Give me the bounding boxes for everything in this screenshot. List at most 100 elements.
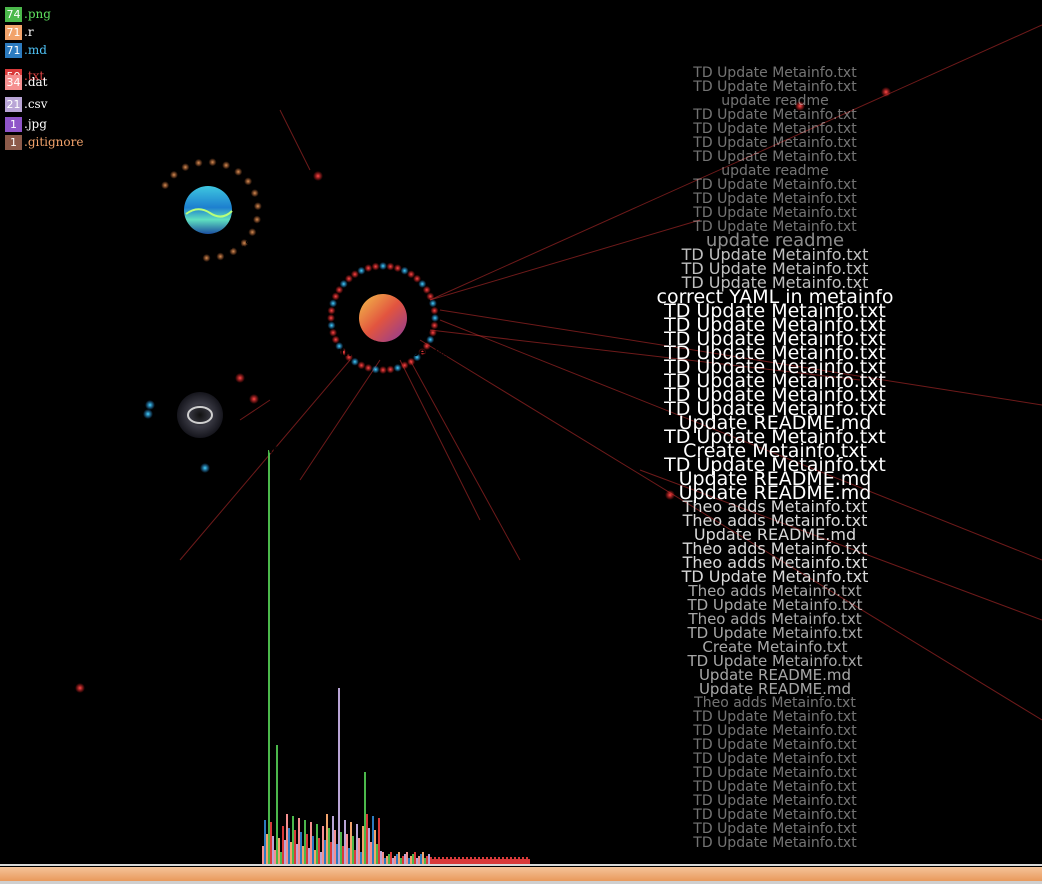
histogram-bar xyxy=(290,842,292,864)
histogram-bar xyxy=(356,824,358,864)
histogram-bar xyxy=(264,820,266,864)
histogram-bar xyxy=(510,857,512,864)
author-label-tdannen: Tdannen <theo.dannenberg@live.de> xyxy=(280,345,494,359)
histogram-bar xyxy=(280,852,282,864)
file-node xyxy=(357,266,366,275)
legend-extension: .jpg xyxy=(24,117,47,131)
legend-count: 71 xyxy=(5,24,22,40)
file-node xyxy=(161,181,170,190)
histogram-bar xyxy=(334,830,336,864)
histogram-bar xyxy=(514,857,516,864)
histogram-bar xyxy=(428,854,430,864)
file-node xyxy=(75,683,85,693)
histogram-bar xyxy=(414,852,416,864)
timeline-track-top xyxy=(0,864,1042,866)
histogram-bar xyxy=(320,852,322,864)
timeline-progress[interactable] xyxy=(0,867,1042,881)
histogram-bar xyxy=(526,857,528,864)
legend-item: 21 .csv xyxy=(5,95,47,113)
histogram-bar xyxy=(404,854,406,864)
commit-message: TD Update Metainfo.txt xyxy=(693,807,857,823)
legend-item: 1 .gitignore xyxy=(5,133,83,151)
author-label-lukas: Lukas Borke <lukas.borke@web.de> xyxy=(103,442,312,456)
file-node xyxy=(329,299,338,308)
histogram-bar xyxy=(420,854,422,864)
histogram-bar xyxy=(306,834,308,864)
histogram-bar xyxy=(458,857,460,864)
edit-beam xyxy=(399,359,481,521)
histogram-bar xyxy=(398,852,400,864)
legend-extension: .md xyxy=(24,43,47,57)
file-node xyxy=(194,158,203,167)
histogram-bar xyxy=(430,857,432,864)
legend-extension: .csv xyxy=(24,97,48,111)
file-node xyxy=(400,361,409,370)
histogram-bar xyxy=(278,838,280,864)
histogram-bar xyxy=(348,848,350,864)
commit-log: TD Update Metainfo.txt TD Update Metainfo… xyxy=(640,66,910,850)
histogram-bar xyxy=(292,816,294,864)
file-node xyxy=(428,299,437,308)
file-node xyxy=(428,328,437,337)
histogram-bar xyxy=(462,857,464,864)
histogram-bar xyxy=(382,852,384,864)
commit-message: TD Update Metainfo.txt xyxy=(693,765,857,781)
histogram-bar xyxy=(358,838,360,864)
histogram-bar xyxy=(344,820,346,864)
histogram-bar xyxy=(494,857,496,864)
legend-count: 21 xyxy=(5,96,22,112)
legend-extension: .gitignore xyxy=(24,135,84,149)
file-node xyxy=(235,373,245,383)
file-node xyxy=(253,202,262,211)
legend-count: 71 xyxy=(5,42,22,58)
file-node xyxy=(249,394,259,404)
file-node xyxy=(364,363,373,372)
commit-message: update readme xyxy=(721,93,829,109)
file-node xyxy=(181,163,190,172)
histogram-spike xyxy=(268,450,270,864)
commit-message: TD Update Metainfo.txt xyxy=(693,835,857,851)
histogram-bar xyxy=(308,848,310,864)
file-node xyxy=(379,262,387,270)
histogram-bar xyxy=(352,836,354,864)
histogram-bar xyxy=(434,857,436,864)
histogram-bar xyxy=(376,844,378,864)
legend-count: 1 xyxy=(5,116,22,132)
commit-message: TD Update Metainfo.txt xyxy=(693,709,857,725)
file-node xyxy=(200,463,210,473)
histogram-bar xyxy=(310,822,312,864)
histogram-bar xyxy=(288,828,290,864)
legend-count: 1 xyxy=(5,134,22,150)
file-node xyxy=(248,228,257,237)
histogram-bar xyxy=(470,857,472,864)
legend-extension: .png xyxy=(24,7,51,21)
histogram-bar xyxy=(394,856,396,864)
histogram-bar xyxy=(360,852,362,864)
file-node xyxy=(426,292,435,301)
edit-beams xyxy=(179,24,1042,721)
histogram-bar xyxy=(380,851,382,864)
histogram-bar xyxy=(522,857,524,864)
commit-message: Update README.md xyxy=(698,680,852,698)
histogram-bar xyxy=(350,822,352,864)
commit-message: TD Update Metainfo.txt xyxy=(693,135,857,151)
commit-message: TD Update Metainfo.txt xyxy=(693,723,857,739)
file-node xyxy=(386,262,395,271)
histogram-bar xyxy=(502,857,504,864)
histogram-bar xyxy=(346,834,348,864)
user-avatars xyxy=(177,186,407,438)
commit-message: TD Update Metainfo.txt xyxy=(693,191,857,207)
histogram-bar xyxy=(370,842,372,864)
histogram-bar xyxy=(454,857,456,864)
histogram-bar xyxy=(422,852,424,864)
histogram-bar xyxy=(300,832,302,864)
timeline-bar[interactable] xyxy=(0,864,1042,884)
commit-message: TD Update Metainfo.txt xyxy=(693,149,857,165)
histogram-bar xyxy=(262,846,264,864)
histogram-bar xyxy=(332,816,334,864)
histogram-bar xyxy=(386,856,388,864)
activity-histogram xyxy=(262,450,530,864)
histogram-bar xyxy=(340,832,342,864)
histogram-bar xyxy=(518,857,520,864)
edit-beam xyxy=(179,359,351,561)
